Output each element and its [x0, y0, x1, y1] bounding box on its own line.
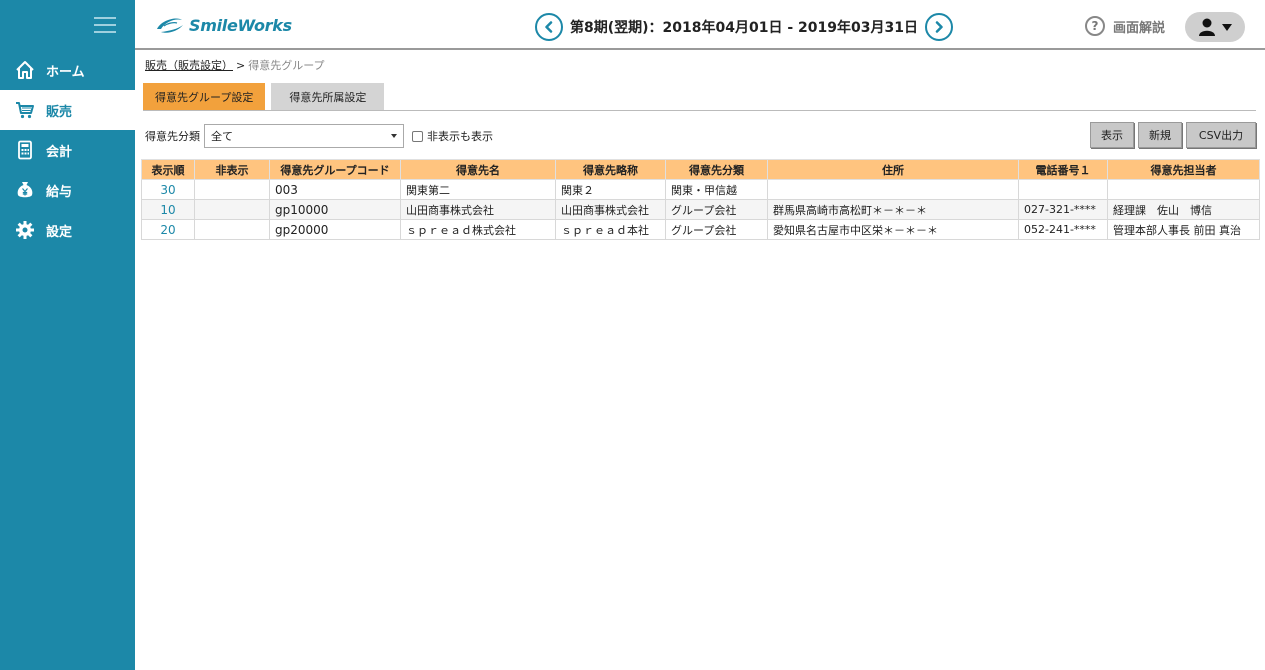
order-cell: 30 [141, 179, 195, 200]
yen-bag-icon [15, 180, 35, 200]
category-cell: グループ会社 [665, 219, 768, 240]
contact-cell: 経理課 佐山 博信 [1107, 199, 1260, 220]
table-row[interactable]: 30 003 関東第二 関東２ 関東・甲信越 [141, 179, 1260, 200]
column-header-hidden[interactable]: 非表示 [194, 159, 270, 180]
column-header-order[interactable]: 表示順 [141, 159, 195, 180]
dropdown-caret-icon [391, 134, 397, 138]
customer-name-cell: 関東第二 [400, 179, 556, 200]
group-code-cell: 003 [269, 179, 401, 200]
show-button[interactable]: 表示 [1090, 122, 1134, 148]
group-code-cell: gp20000 [269, 219, 401, 240]
short-name-cell: ｓｐｒｅａｄ本社 [555, 219, 666, 240]
address-cell [767, 179, 1019, 200]
home-icon [15, 60, 35, 80]
group-code-cell: gp10000 [269, 199, 401, 220]
breadcrumb: 販売（販売設定） > 得意先グループ [145, 57, 325, 73]
order-link[interactable]: 20 [160, 223, 175, 237]
hidden-cell [194, 219, 270, 240]
previous-period-button[interactable] [535, 13, 563, 41]
checkbox-box[interactable] [412, 130, 423, 142]
column-header-phone[interactable]: 電話番号１ [1018, 159, 1108, 180]
calculator-icon [15, 140, 35, 160]
order-link[interactable]: 30 [160, 183, 175, 197]
sidebar-item-label: 会計 [46, 144, 73, 160]
customer-name-cell: 山田商事株式会社 [400, 199, 556, 220]
tab-bar: 得意先グループ設定 得意先所属設定 [143, 83, 390, 111]
category-filter-label: 得意先分類 [145, 130, 200, 143]
chevron-left-icon [545, 21, 553, 33]
sidebar-item-label: 設定 [46, 224, 73, 240]
short-name-cell: 山田商事株式会社 [555, 199, 666, 220]
period-selector: 第8期(翌期)：2018年04月01日 - 2019年03月31日 [535, 13, 953, 41]
show-hidden-label: 非表示も表示 [427, 130, 493, 143]
customer-group-table: 表示順 非表示 得意先グループコード 得意先名 得意先略称 得意先分類 住所 電… [141, 159, 1260, 240]
hidden-cell [194, 199, 270, 220]
category-select-value: 全て [211, 130, 233, 143]
table-row[interactable]: 10 gp10000 山田商事株式会社 山田商事株式会社 グループ会社 群馬県高… [141, 199, 1260, 220]
user-menu-button[interactable] [1185, 12, 1245, 42]
phone-cell: 027-321-**** [1018, 199, 1108, 220]
sidebar-item-label: ホーム [46, 64, 85, 80]
sidebar-item-payroll[interactable]: 給与 [0, 170, 135, 210]
logo-text: SmileWorks [189, 15, 292, 35]
help-label: 画面解説 [1113, 20, 1166, 36]
new-button[interactable]: 新規 [1138, 122, 1182, 148]
column-header-customer-name[interactable]: 得意先名 [400, 159, 556, 180]
contact-cell: 管理本部人事長 前田 真治 [1107, 219, 1260, 240]
sidebar-item-label: 販売 [46, 104, 73, 120]
order-link[interactable]: 10 [160, 203, 175, 217]
tab-customer-group-settings[interactable]: 得意先グループ設定 [143, 83, 266, 110]
sidebar-item-home[interactable]: ホーム [0, 50, 135, 90]
table-row[interactable]: 20 gp20000 ｓｐｒｅａｄ株式会社 ｓｐｒｅａｄ本社 グループ会社 愛知… [141, 219, 1260, 240]
column-header-category[interactable]: 得意先分類 [665, 159, 768, 180]
contact-cell [1107, 179, 1260, 200]
column-header-short-name[interactable]: 得意先略称 [555, 159, 666, 180]
breadcrumb-separator: > [236, 59, 246, 72]
breadcrumb-current: 得意先グループ [248, 59, 325, 72]
column-header-address[interactable]: 住所 [767, 159, 1019, 180]
gear-icon [15, 220, 35, 240]
sidebar-item-accounting[interactable]: 会計 [0, 130, 135, 170]
category-select[interactable]: 全て [204, 124, 404, 148]
user-icon [1199, 18, 1215, 36]
order-cell: 20 [141, 219, 195, 240]
tab-customer-membership-settings[interactable]: 得意先所属設定 [271, 83, 385, 110]
breadcrumb-parent-link[interactable]: 販売（販売設定） [145, 59, 233, 72]
top-header: SmileWorks 第8期(翌期)：2018年04月01日 - 2019年03… [135, 0, 1265, 50]
cart-icon [15, 100, 35, 120]
next-period-button[interactable] [924, 13, 953, 41]
order-cell: 10 [141, 199, 195, 220]
hidden-cell [194, 179, 270, 200]
csv-export-button[interactable]: CSV出力 [1186, 122, 1256, 148]
show-hidden-checkbox[interactable]: 非表示も表示 [412, 128, 493, 144]
sidebar-nav: ホーム 販売 会計 給与 設定 [0, 50, 135, 250]
short-name-cell: 関東２ [555, 179, 666, 200]
phone-cell: 052-241-**** [1018, 219, 1108, 240]
filter-bar: 得意先分類 全て 非表示も表示 [145, 124, 493, 148]
app-logo[interactable]: SmileWorks [155, 14, 292, 36]
sidebar-item-sales[interactable]: 販売 [0, 90, 135, 130]
customer-name-cell: ｓｐｒｅａｄ株式会社 [400, 219, 556, 240]
fiscal-period-label: 第8期(翌期)：2018年04月01日 - 2019年03月31日 [570, 20, 918, 36]
smileworks-logo-icon [157, 18, 183, 33]
caret-down-icon [1222, 24, 1232, 31]
phone-cell [1018, 179, 1108, 200]
help-question-icon: ? [1085, 16, 1105, 36]
address-cell: 群馬県高崎市高松町＊－＊－＊ [767, 199, 1019, 220]
action-buttons: 表示 新規 CSV出力 [1086, 122, 1256, 148]
column-header-contact[interactable]: 得意先担当者 [1107, 159, 1260, 180]
table-header-row: 表示順 非表示 得意先グループコード 得意先名 得意先略称 得意先分類 住所 電… [141, 159, 1260, 180]
chevron-right-icon [935, 21, 943, 33]
sidebar-item-label: 給与 [46, 184, 73, 200]
category-cell: グループ会社 [665, 199, 768, 220]
sidebar-item-settings[interactable]: 設定 [0, 210, 135, 250]
address-cell: 愛知県名古屋市中区栄＊－＊－＊ [767, 219, 1019, 240]
menu-toggle-icon[interactable] [94, 14, 116, 34]
column-header-group-code[interactable]: 得意先グループコード [269, 159, 401, 180]
sidebar: ホーム 販売 会計 給与 設定 [0, 0, 135, 670]
tab-divider [143, 110, 1256, 111]
category-cell: 関東・甲信越 [665, 179, 768, 200]
help-button[interactable]: ? 画面解説 [1085, 16, 1165, 36]
